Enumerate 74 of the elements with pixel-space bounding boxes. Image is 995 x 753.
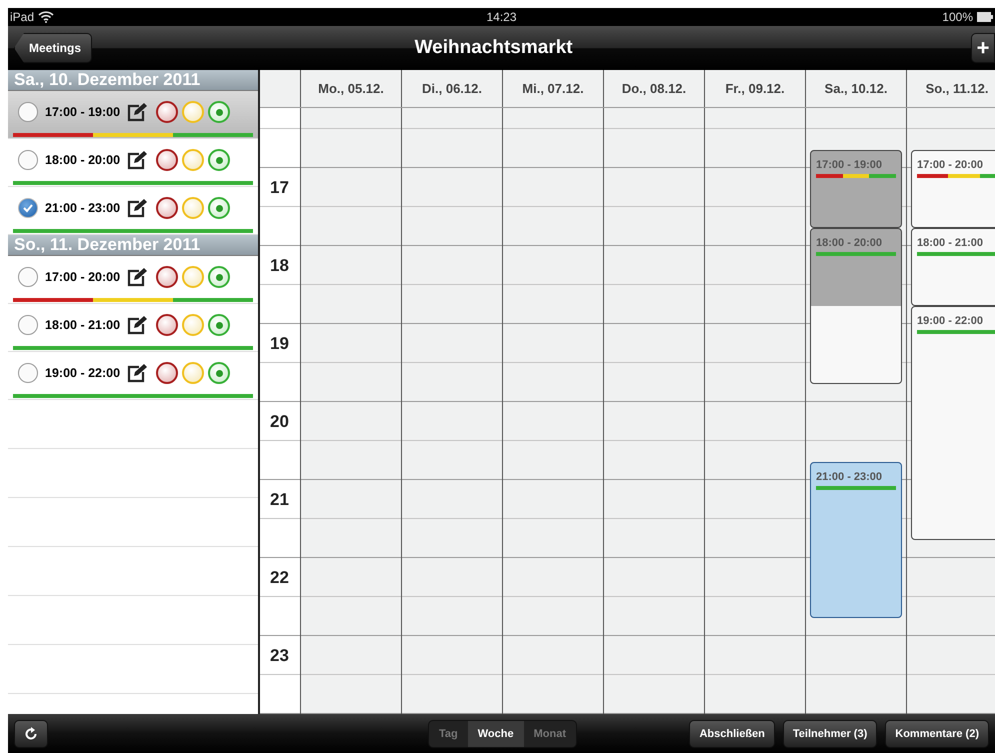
accept-button[interactable]: [208, 266, 230, 288]
event-time: 21:00 - 23:00: [816, 471, 884, 483]
time-range: 18:00 - 21:00: [45, 318, 120, 332]
accept-button[interactable]: [208, 149, 230, 171]
accept-button[interactable]: [208, 362, 230, 384]
checkbox[interactable]: [18, 198, 38, 218]
event-time: 19:00 - 22:00: [917, 315, 984, 327]
day-header: So., 11.12.: [906, 70, 995, 107]
checkbox[interactable]: [18, 267, 38, 287]
meeting-row[interactable]: 17:00 - 19:00: [8, 91, 258, 139]
event-time: 17:00 - 20:00: [917, 159, 984, 171]
day-header: Mo., 05.12.: [300, 70, 401, 107]
decline-button[interactable]: [156, 314, 178, 336]
event-block[interactable]: 21:00 - 23:00: [810, 462, 902, 618]
checkbox[interactable]: [18, 315, 38, 335]
hour-label: 20: [270, 412, 289, 431]
decline-button[interactable]: [156, 149, 178, 171]
time-range: 18:00 - 20:00: [45, 153, 120, 167]
clock: 14:23: [486, 10, 517, 24]
event-time: 17:00 - 19:00: [816, 159, 884, 171]
toolbar-button[interactable]: Teilnehmer (3): [782, 720, 878, 748]
edit-icon[interactable]: [126, 315, 148, 335]
hour-label: 21: [270, 490, 289, 509]
decline-button[interactable]: [156, 197, 178, 219]
edit-icon[interactable]: [126, 150, 148, 170]
back-button[interactable]: Meetings: [14, 33, 92, 63]
add-button[interactable]: +: [971, 33, 995, 63]
hour-label: 18: [270, 256, 289, 275]
checkbox[interactable]: [18, 363, 38, 383]
time-range: 19:00 - 22:00: [45, 366, 120, 380]
time-range: 17:00 - 19:00: [45, 105, 120, 119]
time-range: 17:00 - 20:00: [45, 270, 120, 284]
day-header: Fr., 09.12.: [704, 70, 805, 107]
refresh-icon: [24, 726, 38, 740]
edit-icon[interactable]: [126, 267, 148, 287]
decline-button[interactable]: [156, 362, 178, 384]
hour-label: 23: [270, 646, 289, 665]
checkbox[interactable]: [18, 150, 38, 170]
refresh-button[interactable]: [14, 720, 48, 748]
date-header: So., 11. Dezember 2011: [8, 235, 258, 256]
hour-label: 22: [270, 568, 289, 587]
day-header: Di., 06.12.: [401, 70, 502, 107]
hour-label: 17: [270, 178, 289, 197]
battery-percent: 100%: [942, 10, 973, 24]
event-block[interactable]: 19:00 - 22:00: [911, 306, 995, 540]
checkmark-icon: [22, 203, 34, 213]
accept-button[interactable]: [208, 197, 230, 219]
edit-icon[interactable]: [126, 198, 148, 218]
hour-label: 19: [270, 334, 289, 353]
event-time: 18:00 - 20:00: [816, 237, 884, 249]
decline-button[interactable]: [156, 101, 178, 123]
event-block[interactable]: 17:00 - 20:00: [911, 150, 995, 228]
view-tab[interactable]: Monat: [524, 720, 576, 746]
device-name: iPad: [10, 10, 34, 24]
toolbar-button[interactable]: Abschließen: [689, 720, 775, 748]
day-header: Sa., 10.12.: [805, 70, 906, 107]
time-range: 21:00 - 23:00: [45, 201, 120, 215]
day-header: Mi., 07.12.: [502, 70, 603, 107]
accept-button[interactable]: [208, 314, 230, 336]
view-tab[interactable]: Tag: [429, 720, 468, 746]
view-tab[interactable]: Woche: [468, 720, 524, 746]
event-block[interactable]: 18:00 - 21:00: [911, 228, 995, 306]
date-header: Sa., 10. Dezember 2011: [8, 70, 258, 91]
edit-icon[interactable]: [126, 363, 148, 383]
decline-button[interactable]: [156, 266, 178, 288]
edit-icon[interactable]: [126, 102, 148, 122]
day-header: Do., 08.12.: [603, 70, 704, 107]
accept-button[interactable]: [208, 101, 230, 123]
wifi-icon: [38, 11, 54, 23]
checkbox[interactable]: [18, 102, 38, 122]
toolbar-button[interactable]: Kommentare (2): [885, 720, 989, 748]
battery-icon: [977, 12, 993, 22]
event-time: 18:00 - 21:00: [917, 237, 984, 249]
nav-title: Weihnachtsmarkt: [414, 37, 573, 59]
